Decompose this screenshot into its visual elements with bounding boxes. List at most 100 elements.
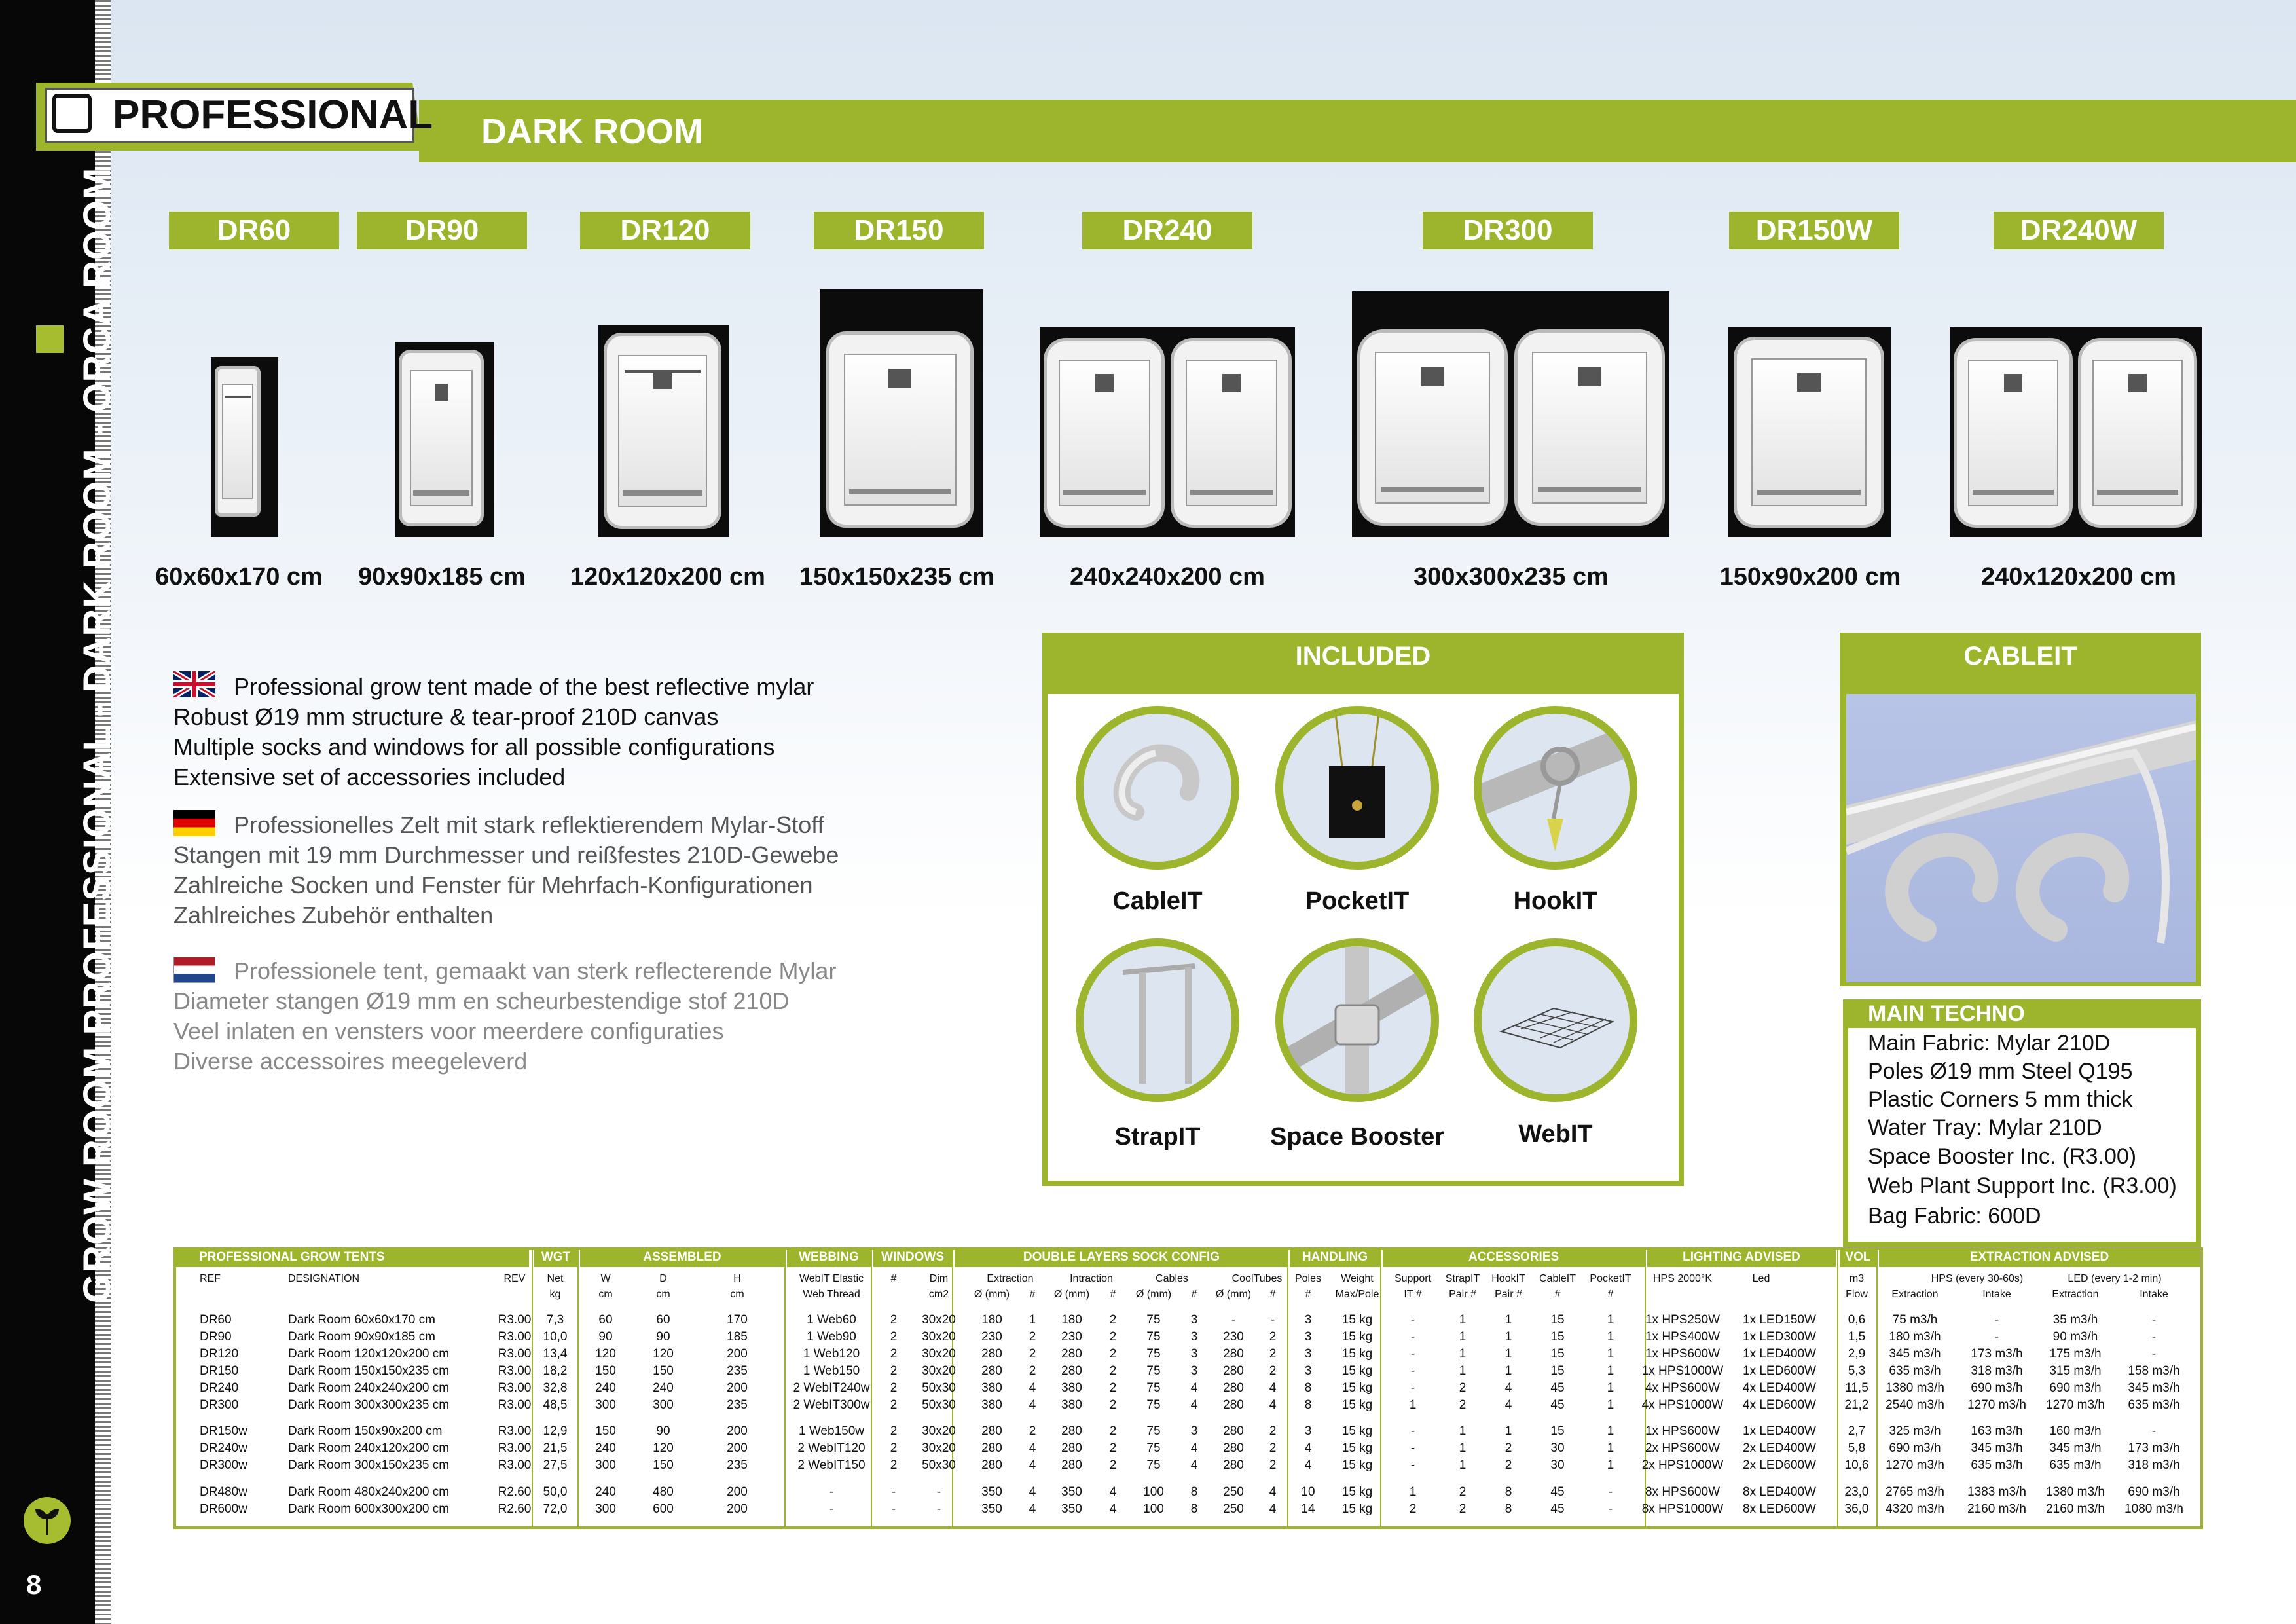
table-cell: 315 m3/h bbox=[2049, 1364, 2102, 1378]
section-title: PROFESSIONAL bbox=[113, 92, 433, 138]
table-cell: 175 m3/h bbox=[2049, 1347, 2102, 1361]
table-cell: Dark Room 480x240x200 cm bbox=[288, 1485, 450, 1499]
table-cell: - bbox=[2151, 1347, 2157, 1361]
table-header-cell: Web Thread bbox=[803, 1289, 860, 1300]
table-group-header: WGT bbox=[534, 1247, 577, 1267]
table-group-header: WEBBING bbox=[787, 1247, 871, 1267]
table-cell: 325 m3/h bbox=[1889, 1424, 1941, 1438]
table-cell: 200 bbox=[727, 1502, 748, 1516]
table-cell: DR600w bbox=[200, 1502, 247, 1516]
description-en-line: Extensive set of accessories included bbox=[173, 764, 566, 790]
webit-image bbox=[1474, 938, 1637, 1102]
table-cell: 173 m3/h bbox=[1971, 1347, 2023, 1361]
table-cell: 235 bbox=[727, 1458, 748, 1472]
table-cell: 4x HPS600W bbox=[1645, 1381, 1721, 1395]
description-nl-line: Diverse accessoires meegeleverd bbox=[173, 1048, 528, 1075]
model-label-dr300: DR300 bbox=[1423, 212, 1593, 249]
dimension-dr300: 300x300x235 cm bbox=[1413, 563, 1609, 591]
tent-image-dr240 bbox=[1040, 327, 1295, 537]
table-group-header: ASSEMBLED bbox=[580, 1247, 784, 1267]
table-cell: 1x HPS600W bbox=[1645, 1347, 1721, 1361]
table-cell: 1270 m3/h bbox=[2046, 1398, 2105, 1412]
dimension-dr240w: 240x120x200 cm bbox=[1981, 563, 2176, 591]
table-cell: 90 m3/h bbox=[2052, 1330, 2098, 1344]
table-cell: 163 m3/h bbox=[1971, 1424, 2023, 1438]
table-cell: Dark Room 150x90x200 cm bbox=[288, 1424, 443, 1438]
table-cell: 1380 m3/h bbox=[2046, 1485, 2105, 1499]
table-cell: 690 m3/h bbox=[2128, 1485, 2180, 1499]
table-cell: 345 m3/h bbox=[2049, 1441, 2102, 1455]
table-cell: 1270 m3/h bbox=[1967, 1398, 2026, 1412]
description-nl-line: Veel inlaten en vensters voor meerdere c… bbox=[173, 1018, 724, 1044]
table-cell: 2540 m3/h bbox=[1886, 1398, 1944, 1412]
techno-spec: Plastic Corners 5 mm thick bbox=[1868, 1087, 2133, 1112]
webit-net-icon bbox=[1499, 1007, 1614, 1049]
table-cell: 1383 m3/h bbox=[1967, 1485, 2026, 1499]
table-header-cell: Extraction bbox=[1891, 1289, 1939, 1300]
table-cell: 2160 m3/h bbox=[2046, 1502, 2105, 1516]
table-header-cell: DESIGNATION bbox=[288, 1273, 360, 1284]
model-label-dr60: DR60 bbox=[169, 212, 339, 249]
pocketit-image bbox=[1275, 706, 1439, 870]
table-cell: DR150 bbox=[200, 1364, 239, 1378]
table-cell: Dark Room 150x150x235 cm bbox=[288, 1364, 450, 1378]
table-cell: Dark Room 90x90x185 cm bbox=[288, 1330, 435, 1344]
table-cell: 318 m3/h bbox=[1971, 1364, 2023, 1378]
pocketit-label: PocketIT bbox=[1305, 887, 1410, 915]
table-cell: - bbox=[2151, 1330, 2157, 1344]
dimension-dr240: 240x240x200 cm bbox=[1070, 563, 1265, 591]
techno-spec: Web Plant Support Inc. (R3.00) bbox=[1868, 1173, 2177, 1198]
table-cell: 1x HPS600W bbox=[1645, 1424, 1721, 1438]
tent-image-dr60 bbox=[211, 357, 278, 537]
cableit-title: CABLEIT bbox=[1963, 642, 2077, 671]
table-cell: 200 bbox=[727, 1381, 748, 1395]
table-cell: DR300 bbox=[200, 1398, 239, 1412]
table-cell: 35 m3/h bbox=[2052, 1313, 2098, 1327]
table-cell: Dark Room 600x300x200 cm bbox=[288, 1502, 450, 1516]
table-cell: 200 bbox=[727, 1424, 748, 1438]
table-cell: DR120 bbox=[200, 1347, 239, 1361]
table-cell: - bbox=[1994, 1313, 1999, 1327]
tent-image-dr120 bbox=[598, 325, 729, 537]
table-cell: 200 bbox=[727, 1347, 748, 1361]
table-group-header: DOUBLE LAYERS SOCK CONFIG bbox=[955, 1247, 1288, 1267]
space-booster-connector-icon bbox=[1287, 946, 1427, 1094]
table-header-cell: Intake bbox=[2140, 1289, 2168, 1300]
table-cell: 2160 m3/h bbox=[1967, 1502, 2026, 1516]
tent-image-dr150 bbox=[820, 289, 983, 537]
table-header-cell: REF bbox=[200, 1273, 221, 1284]
leaf-icon bbox=[35, 1509, 59, 1535]
table-cell: 1380 m3/h bbox=[1886, 1381, 1944, 1395]
description-en-line: Professional grow tent made of the best … bbox=[234, 673, 814, 700]
table-cell: 2765 m3/h bbox=[1886, 1485, 1944, 1499]
page-title: DARK ROOM bbox=[481, 112, 703, 151]
tent-image-dr300 bbox=[1352, 291, 1669, 537]
table-cell: 160 m3/h bbox=[2049, 1424, 2102, 1438]
model-label-dr240w: DR240W bbox=[1994, 212, 2164, 249]
dimension-dr60: 60x60x170 cm bbox=[155, 563, 323, 591]
description-nl-line: Diameter stangen Ø19 mm en scheurbestend… bbox=[173, 987, 790, 1014]
included-title: INCLUDED bbox=[1295, 642, 1431, 671]
section-icon bbox=[52, 94, 92, 133]
table-cell: - bbox=[2151, 1313, 2157, 1327]
table-cell: 635 m3/h bbox=[1971, 1458, 2023, 1472]
table-cell: 690 m3/h bbox=[2049, 1381, 2102, 1395]
table-cell: - bbox=[1994, 1330, 1999, 1344]
table-cell: 235 bbox=[727, 1364, 748, 1378]
table-cell: 2x HPS1000W bbox=[1641, 1458, 1724, 1472]
techno-spec: Space Booster Inc. (R3.00) bbox=[1868, 1144, 2137, 1169]
description-en-line: Multiple socks and windows for all possi… bbox=[173, 733, 775, 760]
description-de-line: Zahlreiche Socken und Fenster für Mehrfa… bbox=[173, 872, 813, 898]
table-cell: 690 m3/h bbox=[1889, 1441, 1941, 1455]
table-cell: 8x HPS1000W bbox=[1641, 1502, 1724, 1516]
space-booster-image bbox=[1275, 938, 1439, 1102]
table-cell: 635 m3/h bbox=[1889, 1364, 1941, 1378]
model-label-dr120: DR120 bbox=[580, 212, 750, 249]
table-cell: 170 bbox=[727, 1313, 748, 1327]
dimension-dr90: 90x90x185 cm bbox=[358, 563, 526, 591]
hookit-image bbox=[1474, 706, 1637, 870]
table-group-header: PROFESSIONAL GROW TENTS bbox=[175, 1247, 529, 1267]
space-booster-label: Space Booster bbox=[1269, 1123, 1445, 1151]
table-cell: 4x HPS1000W bbox=[1641, 1398, 1724, 1412]
table-cell: 345 m3/h bbox=[1971, 1441, 2023, 1455]
